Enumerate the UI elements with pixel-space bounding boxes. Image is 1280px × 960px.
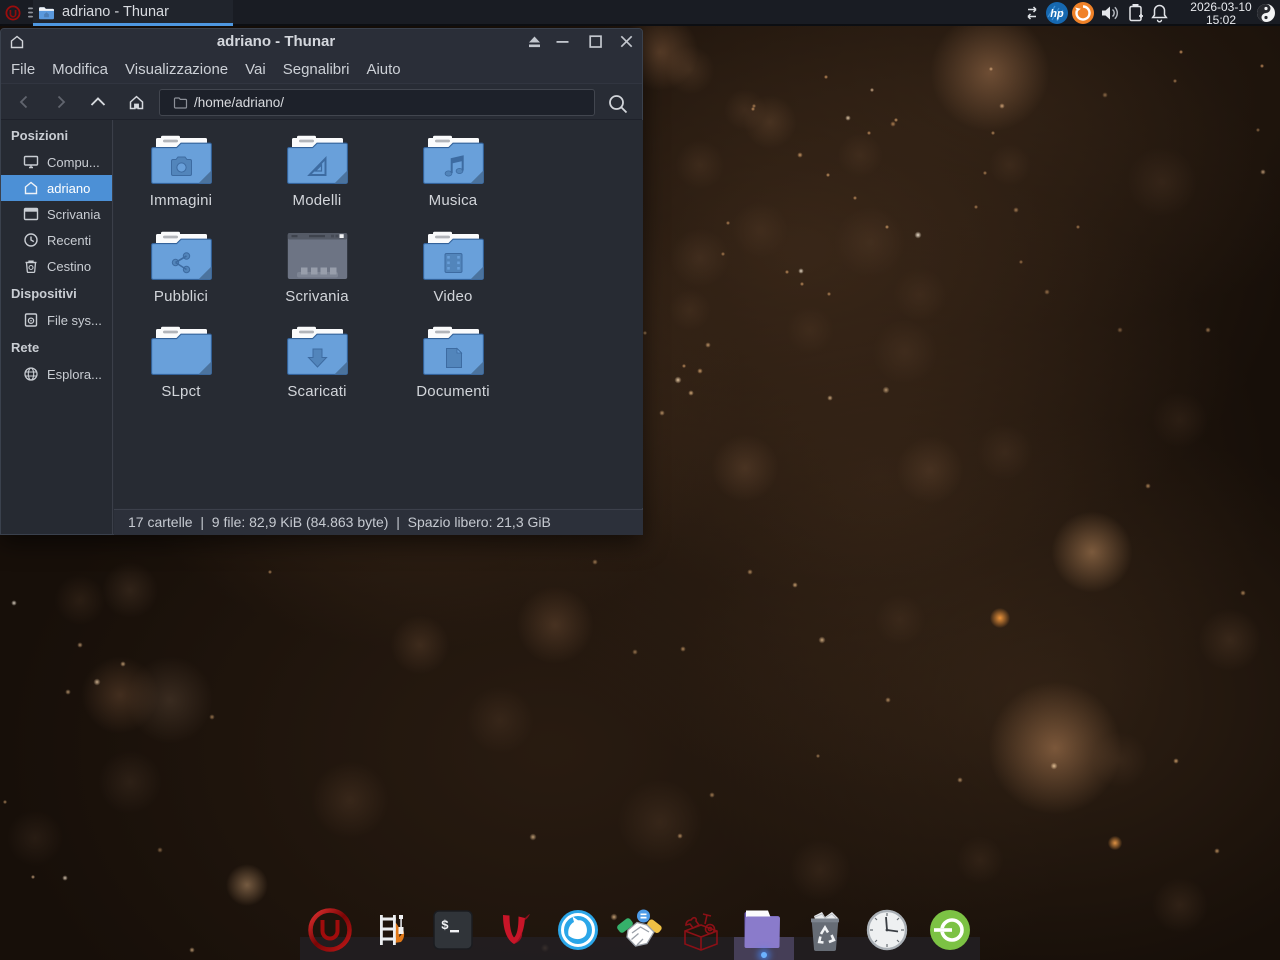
svg-text:$: $ (441, 918, 449, 933)
svg-text:hp: hp (1050, 8, 1064, 20)
